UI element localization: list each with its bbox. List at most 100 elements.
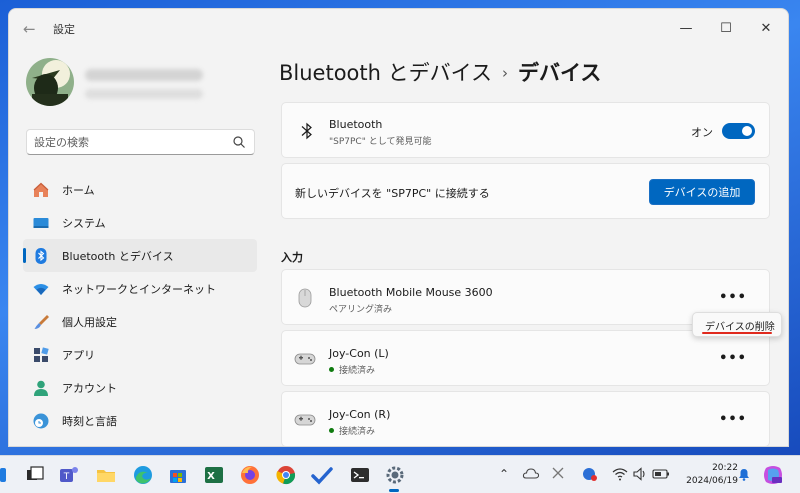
context-menu: デバイスの削除: [692, 312, 782, 337]
sidebar-item-label: ネットワークとインターネット: [62, 282, 216, 296]
breadcrumb: Bluetooth とデバイス › デバイス: [279, 57, 601, 87]
edge-icon[interactable]: [132, 464, 154, 486]
device-status-text: 接続済み: [339, 427, 376, 437]
volume-icon[interactable]: [632, 466, 648, 482]
more-options-icon[interactable]: •••: [719, 290, 747, 305]
toggle-knob: [742, 126, 752, 136]
system-icon: [32, 214, 50, 232]
sidebar-item-label: ホーム: [62, 183, 95, 197]
minimize-button[interactable]: —: [666, 15, 706, 43]
user-email-redacted: [85, 89, 203, 99]
gamepad-icon: [294, 409, 316, 431]
wifi-status-icon[interactable]: [612, 466, 628, 482]
notification-bell-icon[interactable]: [736, 466, 752, 482]
remove-device-menu-item[interactable]: デバイスの削除: [705, 318, 775, 333]
chevron-right-icon: ›: [502, 64, 508, 82]
excel-icon[interactable]: X: [203, 464, 225, 486]
more-options-icon[interactable]: •••: [719, 351, 747, 366]
device-row[interactable]: Joy-Con (L) 接続済み •••: [281, 330, 770, 386]
sidebar-item-home[interactable]: ホーム: [23, 173, 257, 206]
clock-time: 20:22: [712, 463, 738, 473]
cloud-icon[interactable]: [522, 465, 540, 483]
mouse-icon: [294, 287, 316, 309]
connected-dot-icon: [329, 367, 334, 372]
device-name: Bluetooth Mobile Mouse 3600: [329, 286, 493, 299]
gamepad-icon: [294, 348, 316, 370]
page-title: デバイス: [518, 61, 602, 85]
maximize-button[interactable]: ☐: [706, 15, 746, 43]
sidebar-item-personalization[interactable]: 個人用設定: [23, 305, 257, 338]
firefox-icon[interactable]: [239, 464, 261, 486]
copilot-status-icon[interactable]: [581, 465, 599, 483]
search-icon[interactable]: [232, 135, 246, 149]
bluetooth-icon: [32, 247, 50, 265]
bluetooth-icon: [301, 122, 312, 140]
sidebar-nav: ホーム システム Bluetooth とデバイス ネットワークとインターネット …: [23, 173, 257, 437]
device-row[interactable]: Joy-Con (R) 接続済み •••: [281, 391, 770, 446]
terminal-icon[interactable]: [349, 464, 371, 486]
battery-icon[interactable]: [652, 466, 670, 482]
active-app-indicator: [389, 489, 399, 492]
chrome-icon[interactable]: [275, 464, 297, 486]
sidebar-item-label: Bluetooth とデバイス: [62, 249, 174, 263]
sidebar-item-bluetooth-devices[interactable]: Bluetooth とデバイス: [23, 239, 257, 272]
connected-dot-icon: [329, 428, 334, 433]
clock[interactable]: 20:22 2024/06/19: [686, 462, 738, 488]
close-button[interactable]: ✕: [746, 15, 786, 43]
sidebar-item-network[interactable]: ネットワークとインターネット: [23, 272, 257, 305]
todo-icon[interactable]: [311, 464, 333, 486]
sidebar-item-accounts[interactable]: アカウント: [23, 371, 257, 404]
avatar[interactable]: [26, 58, 74, 106]
app-title: 設定: [53, 23, 75, 36]
settings-search[interactable]: [26, 129, 255, 155]
sidebar-item-label: アカウント: [62, 381, 117, 395]
brush-icon: [32, 313, 50, 331]
device-status: ペアリング済み: [329, 305, 393, 315]
wifi-icon: [32, 280, 50, 298]
svg-text:X: X: [207, 471, 215, 482]
sidebar-item-label: システム: [62, 216, 106, 230]
device-name: Joy-Con (L): [329, 347, 389, 360]
breadcrumb-parent[interactable]: Bluetooth とデバイス: [279, 61, 492, 85]
user-name-redacted: [85, 69, 203, 81]
settings-window: ← 設定 — ☐ ✕ ホーム: [8, 8, 789, 447]
home-icon: [32, 181, 50, 199]
file-explorer-icon[interactable]: [95, 464, 117, 486]
title-bar: ← 設定 — ☐ ✕: [9, 9, 788, 49]
sidebar-item-apps[interactable]: アプリ: [23, 338, 257, 371]
fan-icon[interactable]: [550, 465, 566, 481]
settings-gear-icon[interactable]: [384, 464, 406, 486]
sidebar-item-label: アプリ: [62, 348, 95, 362]
sidebar-item-label: 個人用設定: [62, 315, 117, 329]
device-status: 接続済み: [329, 424, 375, 437]
more-options-icon[interactable]: •••: [719, 412, 747, 427]
widgets-icon[interactable]: [0, 464, 22, 486]
svg-text:T: T: [63, 472, 70, 482]
device-name: Joy-Con (R): [329, 408, 391, 421]
add-device-button[interactable]: デバイスの追加: [649, 179, 755, 205]
sidebar-item-system[interactable]: システム: [23, 206, 257, 239]
back-arrow-icon[interactable]: ←: [23, 19, 43, 39]
task-view-icon[interactable]: [24, 464, 46, 486]
device-status: 接続済み: [329, 363, 375, 376]
bluetooth-toggle[interactable]: [722, 123, 755, 139]
taskbar: T X ⌃ 20:22 2024/06/19: [0, 455, 800, 493]
clock-date: 2024/06/19: [686, 476, 738, 486]
chevron-up-icon[interactable]: ⌃: [499, 467, 509, 481]
device-status-text: 接続済み: [339, 366, 376, 376]
bluetooth-card: Bluetooth "SP7PC" として発見可能 オン: [281, 102, 770, 158]
bluetooth-discoverable-text: "SP7PC" として発見可能: [329, 137, 432, 147]
add-device-text: 新しいデバイスを "SP7PC" に接続する: [295, 187, 490, 200]
account-icon: [32, 379, 50, 397]
search-input[interactable]: [34, 134, 224, 151]
teams-icon[interactable]: T: [58, 464, 80, 486]
toggle-state-label: オン: [691, 126, 713, 139]
copilot-icon[interactable]: [762, 464, 784, 486]
bluetooth-title: Bluetooth: [329, 118, 383, 131]
sidebar-item-time-language[interactable]: 時刻と言語: [23, 404, 257, 437]
store-icon[interactable]: [167, 464, 189, 486]
time-language-icon: [32, 412, 50, 430]
sidebar-item-label: 時刻と言語: [62, 414, 117, 428]
input-section-heading: 入力: [281, 251, 303, 264]
add-device-card: 新しいデバイスを "SP7PC" に接続する デバイスの追加: [281, 163, 770, 219]
